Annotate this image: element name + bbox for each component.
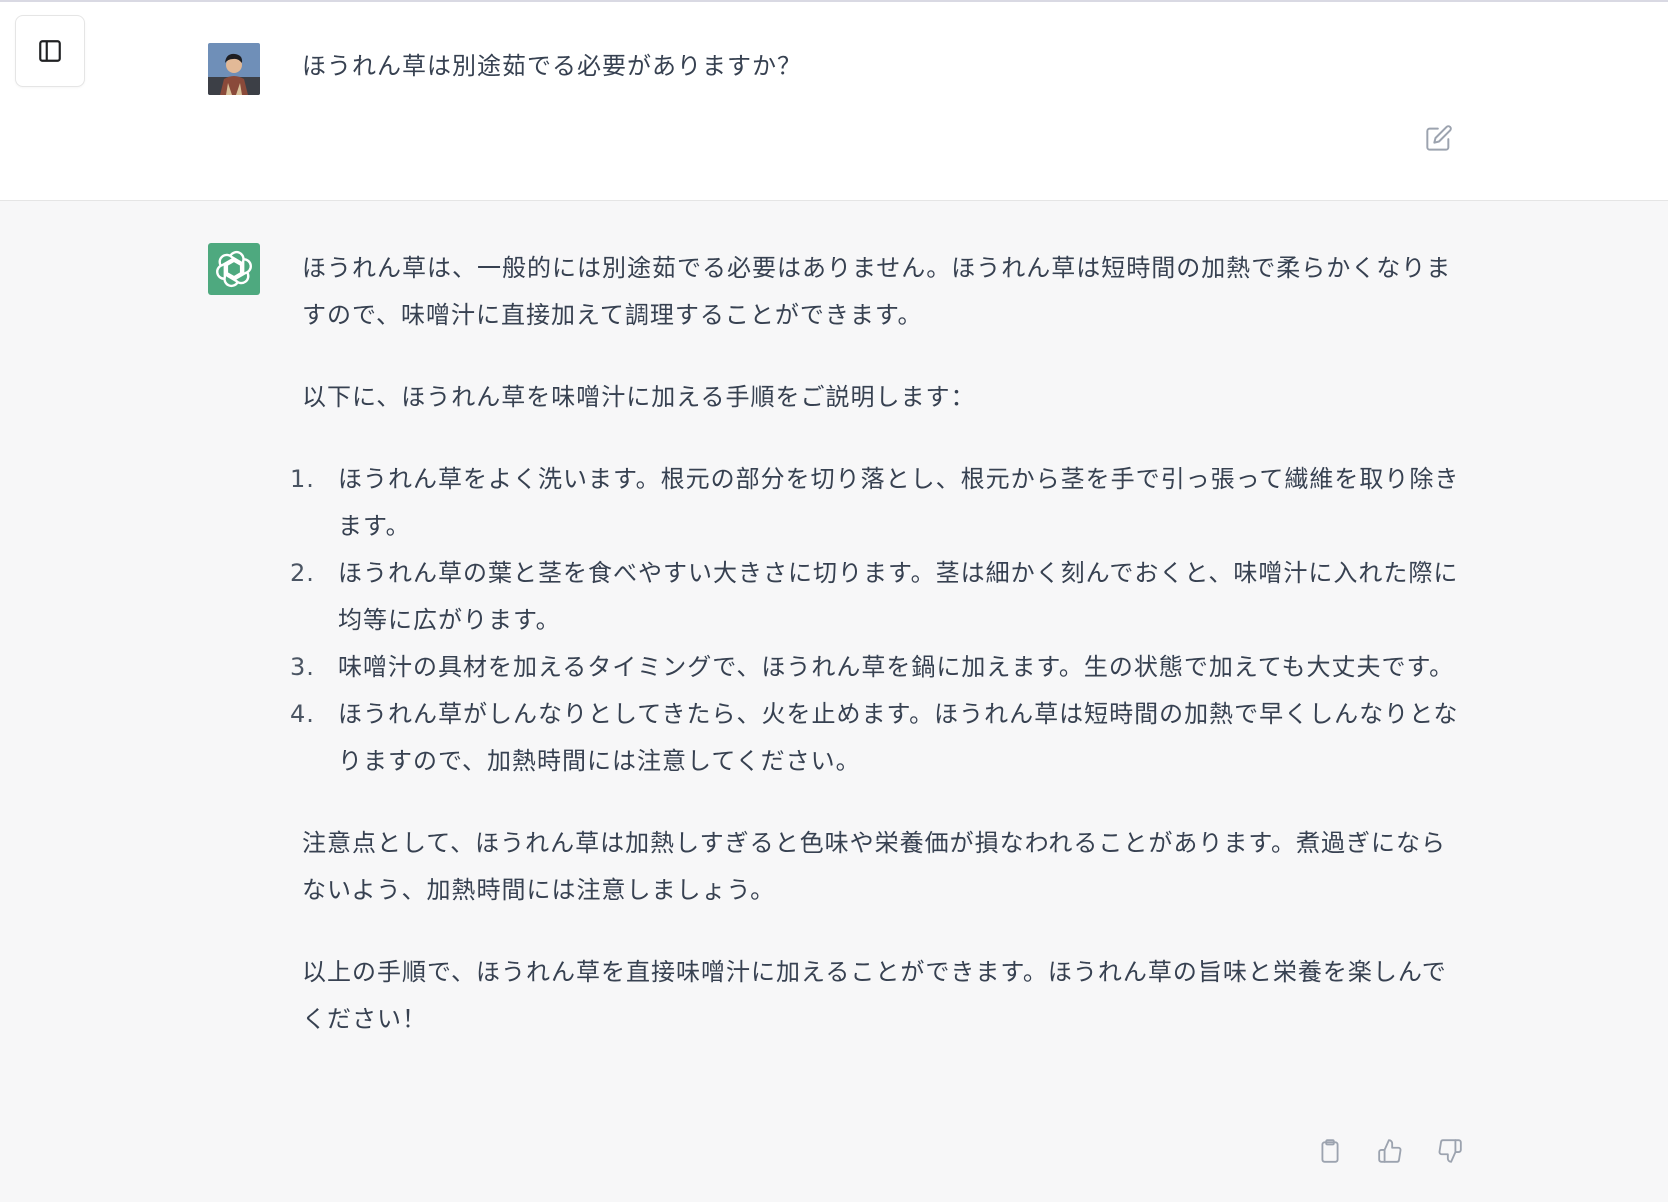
- assistant-paragraph: 以下に、ほうれん草を味噌汁に加える手順をご説明します：: [302, 383, 976, 411]
- assistant-avatar: [208, 243, 260, 295]
- list-item-text: ほうれん草をよく洗います。根元の部分を切り落とし、根元から茎を手で引っ張って繊維…: [338, 465, 1460, 540]
- copy-button[interactable]: [1313, 1134, 1347, 1168]
- assistant-message-content: ほうれん草は、一般的には別途茹でる必要はありません。ほうれん草は短時間の加熱で柔…: [290, 245, 1462, 1078]
- list-item-text: ほうれん草がしんなりとしてきたら、火を止めます。ほうれん草は短時間の加熱で早くし…: [338, 700, 1459, 775]
- user-message-row: ほうれん草は別途茹でる必要がありますか？: [0, 2, 1668, 201]
- assistant-message-row: ほうれん草は、一般的には別途茹でる必要はありません。ほうれん草は短時間の加熱で柔…: [0, 201, 1668, 1202]
- list-item: 2. ほうれん草の葉と茎を食べやすい大きさに切ります。茎は細かく刻んでおくと、味…: [290, 550, 1462, 644]
- thumbs-down-icon: [1438, 1139, 1462, 1163]
- sidebar-toggle-icon: [39, 40, 61, 62]
- sidebar-toggle-button[interactable]: [15, 15, 85, 87]
- user-avatar: [208, 43, 260, 95]
- steps-list: 1. ほうれん草をよく洗います。根元の部分を切り落とし、根元から茎を手で引っ張っ…: [290, 456, 1462, 785]
- openai-logo-icon: [216, 251, 252, 287]
- assistant-paragraph: ほうれん草は、一般的には別途茹でる必要はありません。ほうれん草は短時間の加熱で柔…: [302, 254, 1452, 329]
- list-item-text: ほうれん草の葉と茎を食べやすい大きさに切ります。茎は細かく刻んでおくと、味噌汁に…: [338, 559, 1459, 634]
- assistant-paragraph: 以上の手順で、ほうれん草を直接味噌汁に加えることができます。ほうれん草の旨味と栄…: [302, 958, 1447, 1033]
- list-item-number: 3.: [290, 653, 315, 681]
- list-item: 3. 味噌汁の具材を加えるタイミングで、ほうれん草を鍋に加えます。生の状態で加え…: [290, 644, 1462, 691]
- user-message-text: ほうれん草は別途茹でる必要がありますか？: [302, 52, 802, 80]
- thumbs-down-button[interactable]: [1433, 1134, 1467, 1168]
- edit-icon: [1426, 125, 1452, 151]
- list-item: 1. ほうれん草をよく洗います。根元の部分を切り落とし、根元から茎を手で引っ張っ…: [290, 456, 1462, 550]
- list-item-number: 2.: [290, 559, 315, 587]
- thumbs-up-icon: [1378, 1139, 1402, 1163]
- clipboard-icon: [1321, 1139, 1339, 1163]
- assistant-paragraph: 注意点として、ほうれん草は加熱しすぎると色味や栄養価が損なわれることがあります。…: [302, 829, 1446, 904]
- thumbs-up-button[interactable]: [1373, 1134, 1407, 1168]
- list-item-number: 1.: [290, 465, 315, 493]
- message-actions: [1313, 1131, 1467, 1171]
- list-item: 4. ほうれん草がしんなりとしてきたら、火を止めます。ほうれん草は短時間の加熱で…: [290, 691, 1462, 785]
- list-item-text: 味噌汁の具材を加えるタイミングで、ほうれん草を鍋に加えます。生の状態で加えても大…: [338, 653, 1455, 681]
- list-item-number: 4.: [290, 700, 315, 728]
- edit-button[interactable]: [1424, 123, 1454, 153]
